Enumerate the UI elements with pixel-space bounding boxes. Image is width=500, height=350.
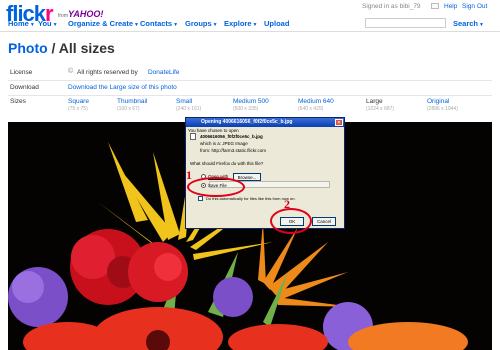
save-file-highlight-circle — [187, 177, 245, 197]
auto-checkbox[interactable] — [198, 196, 203, 201]
signed-in-text: Signed in as bibi_79 — [362, 3, 421, 10]
dialog-title: Opening 4006616056_f0f2f0ce5c_b.jpg — [186, 118, 344, 127]
size-medium-640[interactable]: Medium 640 (640 x 429) — [298, 98, 334, 112]
nav-contacts[interactable]: Contacts▼ — [140, 19, 178, 28]
size-original[interactable]: Original (2896 x 1944) — [427, 98, 458, 112]
chevron-down-icon: ▼ — [212, 22, 218, 28]
dialog-filetype: which is a: JPEG Image — [200, 141, 248, 146]
yahoo-logo: YAHOO! — [68, 9, 104, 19]
size-medium-500[interactable]: Medium 500 (500 x 335) — [233, 98, 269, 112]
close-icon[interactable]: ✕ — [335, 119, 343, 126]
photo-link[interactable]: Photo — [8, 40, 48, 56]
row-divider — [8, 80, 492, 81]
nav-home[interactable]: Home▼ — [8, 19, 35, 28]
size-large: Large (1024 x 687) — [366, 98, 395, 112]
chevron-down-icon: ▼ — [479, 22, 484, 28]
download-large-link[interactable]: Download the Large size of this photo — [68, 84, 177, 91]
nav-you[interactable]: You▼ — [38, 19, 58, 28]
size-square[interactable]: Square (75 x 75) — [68, 98, 89, 112]
size-thumbnail[interactable]: Thumbnail (100 x 67) — [117, 98, 147, 112]
search-input[interactable] — [365, 18, 446, 28]
search-button[interactable]: Search▼ — [453, 19, 484, 28]
row-divider — [8, 95, 492, 96]
dialog-question: What should Firefox do with this file? — [190, 161, 264, 166]
copyright-icon: © — [68, 68, 74, 75]
header-divider — [0, 31, 500, 32]
license-owner-link[interactable]: DonateLife — [148, 69, 179, 76]
nav-groups[interactable]: Groups▼ — [185, 19, 218, 28]
nav-explore[interactable]: Explore▼ — [224, 19, 257, 28]
dialog-filename: 4006616056_f0f2f0ce5c_b.jpg — [200, 134, 263, 139]
help-link[interactable]: Help — [444, 3, 457, 10]
license-value: All rights reserved by — [77, 69, 138, 76]
chevron-down-icon: ▼ — [134, 22, 139, 28]
download-label: Download — [10, 84, 39, 91]
title-text: / All sizes — [47, 40, 115, 56]
chevron-down-icon: ▼ — [52, 22, 58, 28]
dialog-source: from: http://farm3.static.flickr.com — [200, 148, 267, 153]
page-title: Photo / All sizes — [8, 40, 115, 56]
sign-out-link[interactable]: Sign Out — [462, 3, 487, 10]
chevron-down-icon: ▼ — [252, 22, 258, 28]
nav-upload[interactable]: Upload — [264, 19, 289, 28]
mail-icon[interactable] — [431, 3, 439, 9]
jpeg-file-icon — [190, 133, 196, 140]
license-label: License — [10, 69, 33, 76]
sizes-label: Sizes — [10, 98, 26, 105]
chevron-down-icon: ▼ — [173, 22, 179, 28]
nav-organize-create[interactable]: Organize & Create▼ — [68, 19, 139, 28]
chevron-down-icon: ▼ — [29, 22, 35, 28]
ok-highlight-circle — [270, 208, 312, 234]
size-small[interactable]: Small (240 x 161) — [176, 98, 201, 112]
cancel-button[interactable]: Cancel — [312, 217, 336, 226]
